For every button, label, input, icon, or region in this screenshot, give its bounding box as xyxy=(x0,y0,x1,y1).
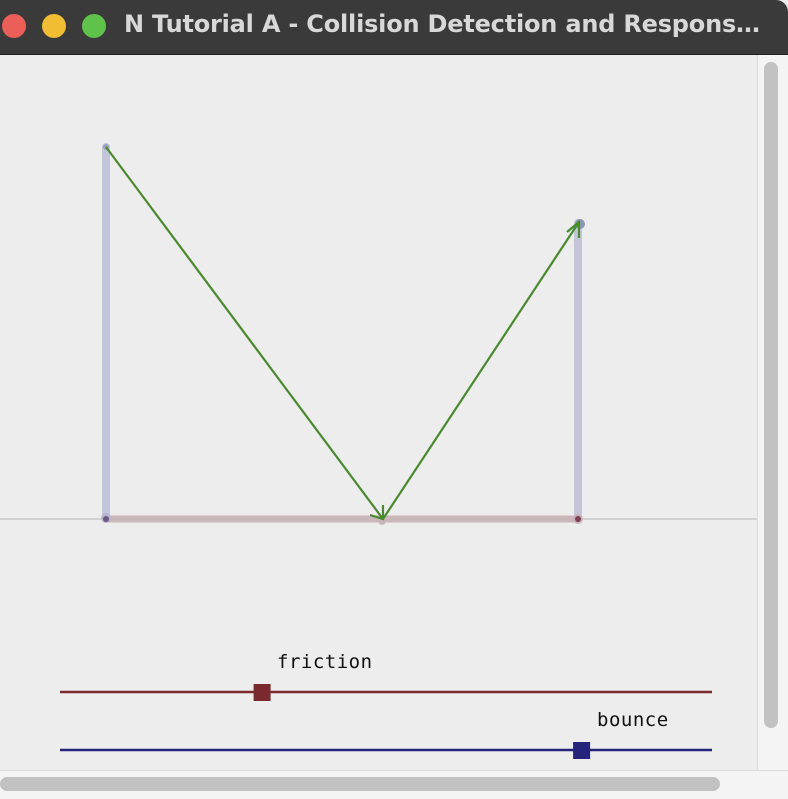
bounce-slider-handle[interactable] xyxy=(573,742,591,759)
incoming-foot-dot xyxy=(103,516,109,522)
vertical-scrollbar-thumb[interactable] xyxy=(764,62,778,728)
simulation-drawing xyxy=(0,143,757,759)
friction-slider-label: friction xyxy=(277,651,373,673)
incoming-velocity-arrow xyxy=(105,146,384,520)
horizontal-scrollbar-thumb[interactable] xyxy=(0,777,720,791)
outgoing-foot-dot xyxy=(575,516,581,522)
bounce-slider-label: bounce xyxy=(597,709,669,731)
friction-slider-handle[interactable] xyxy=(253,684,271,701)
outgoing-velocity-arrow xyxy=(382,221,580,520)
